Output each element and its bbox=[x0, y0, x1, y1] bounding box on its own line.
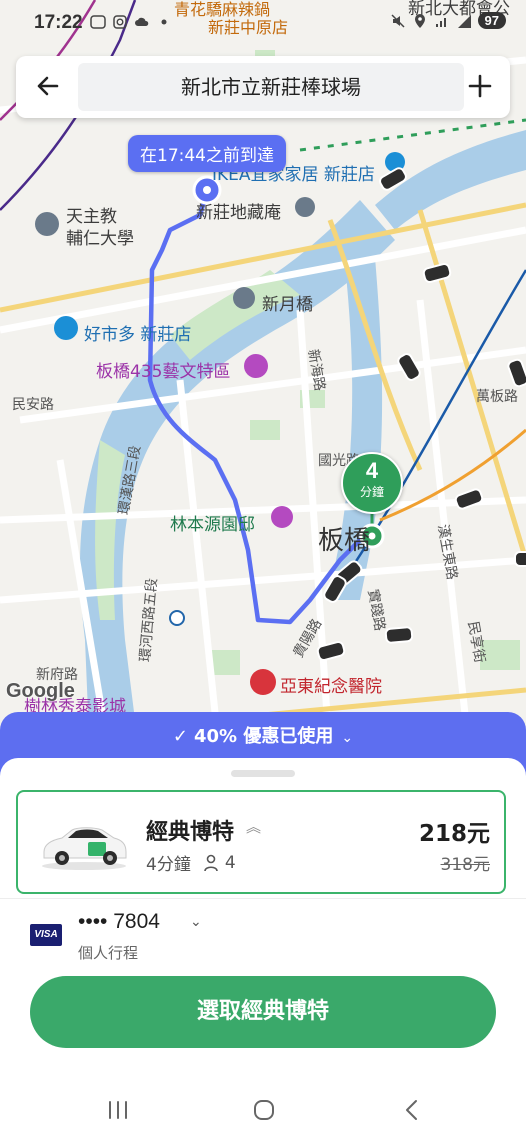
divider bbox=[0, 898, 526, 899]
map-label-far-eastern: 亞東紀念醫院 bbox=[280, 677, 382, 697]
status-left-icons bbox=[90, 14, 172, 30]
map-label-linben: 林本源園邸 bbox=[170, 515, 255, 535]
chevron-down-icon: ⌄ bbox=[190, 914, 202, 930]
ride-price: 218元 bbox=[418, 821, 490, 847]
check-icon: ✓ bbox=[172, 726, 188, 747]
map-label-costco: 好市多 新莊店 bbox=[84, 325, 192, 345]
nav-back-button[interactable] bbox=[392, 1094, 432, 1126]
mute-icon bbox=[390, 13, 406, 29]
trip-type: 個人行程 bbox=[78, 944, 139, 962]
ride-capacity-value: 4 bbox=[224, 852, 236, 873]
pickup-eta-pin: 4 分鐘 bbox=[341, 452, 403, 514]
wifi-4g-icon bbox=[434, 13, 450, 29]
payment-method-selector[interactable]: VISA •••• 7804 ⌄ 個人行程 bbox=[30, 908, 330, 968]
recents-icon bbox=[109, 1101, 127, 1119]
destination-bar: 新北市立新莊棒球場 bbox=[16, 56, 510, 118]
sheet-handle[interactable] bbox=[231, 770, 295, 777]
pickup-minutes: 4 bbox=[365, 458, 379, 483]
location-icon bbox=[412, 13, 428, 29]
instagram-icon bbox=[112, 14, 128, 30]
map-label-banqiao-435: 板橋435藝文特區 bbox=[96, 362, 231, 382]
dot-icon bbox=[156, 14, 172, 30]
map-label-banqiao-station: 板橋 bbox=[318, 526, 371, 556]
status-right-icons: 97 bbox=[390, 12, 506, 29]
cloud-icon bbox=[134, 14, 150, 30]
status-time: 17:22 bbox=[34, 12, 83, 33]
line-icon bbox=[90, 14, 106, 30]
car-icon bbox=[42, 827, 127, 870]
recents-button[interactable] bbox=[98, 1094, 138, 1126]
add-stop-button[interactable] bbox=[462, 68, 498, 104]
pickup-unit: 分鐘 bbox=[359, 485, 384, 499]
map-label-wanban-road: 萬板路 bbox=[476, 389, 518, 405]
back-icon bbox=[406, 1100, 417, 1120]
chevron-up-double-icon: ︽ bbox=[246, 818, 262, 836]
ride-original-price: 318元 bbox=[440, 855, 490, 875]
destination-field[interactable]: 新北市立新莊棒球場 bbox=[78, 63, 464, 111]
map-label-xinyue-bridge: 新月橋 bbox=[262, 295, 313, 315]
home-button[interactable] bbox=[244, 1094, 284, 1126]
battery-indicator: 97 bbox=[477, 12, 506, 29]
ride-eta: 4分鐘 bbox=[146, 855, 191, 875]
google-logo: Google bbox=[6, 680, 75, 702]
card-number: •••• 7804 bbox=[78, 910, 160, 933]
chevron-down-icon: ⌄ bbox=[341, 730, 354, 746]
ride-capacity: 4 bbox=[203, 853, 236, 873]
system-nav-bar bbox=[0, 1080, 526, 1140]
home-icon bbox=[254, 1100, 274, 1120]
status-bar: 17:22 97 bbox=[0, 0, 526, 46]
back-button[interactable] bbox=[30, 68, 66, 104]
ride-option-card[interactable]: 經典博特 ︽ 4分鐘 4 218元 318元 bbox=[16, 790, 506, 894]
signal-icon bbox=[456, 13, 472, 29]
confirm-ride-button[interactable]: 選取經典博特 bbox=[30, 976, 496, 1048]
person-icon bbox=[204, 854, 218, 871]
ride-meta: 4分鐘 4 bbox=[146, 850, 236, 876]
map-label-minan-road: 民安路 bbox=[12, 397, 54, 413]
ride-name: 經典博特 bbox=[146, 820, 235, 845]
plus-icon bbox=[468, 74, 492, 98]
eta-bubble: 在17:44之前到達 bbox=[128, 135, 286, 172]
promo-text: 40% 優惠已使用 bbox=[194, 726, 334, 747]
map-label-dizang: 新莊地藏庵 bbox=[196, 203, 281, 223]
visa-icon: VISA bbox=[30, 924, 62, 946]
arrow-left-icon bbox=[37, 76, 59, 96]
map-label-fujen: 天主教 輔仁大學 bbox=[66, 207, 134, 249]
